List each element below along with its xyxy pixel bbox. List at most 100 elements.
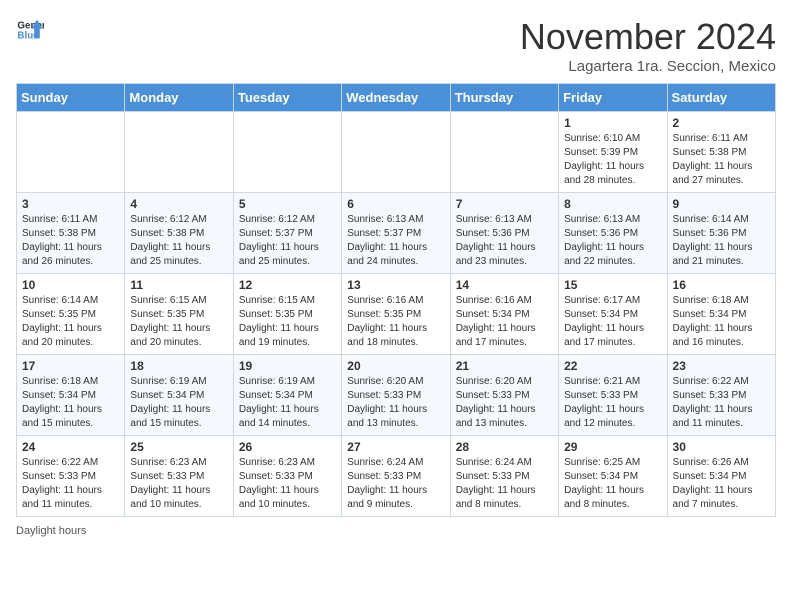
calendar-cell: 24 Sunrise: 6:22 AM Sunset: 5:33 PM Dayli…: [17, 436, 125, 517]
day-number: 19: [239, 359, 336, 373]
day-number: 29: [564, 440, 661, 454]
day-number: 16: [673, 278, 770, 292]
day-number: 26: [239, 440, 336, 454]
footer: Daylight hours: [16, 525, 776, 537]
day-info: Sunrise: 6:16 AM Sunset: 5:34 PM Dayligh…: [456, 294, 553, 350]
title-area: November 2024 Lagartera 1ra. Seccion, Me…: [520, 16, 776, 75]
calendar-cell: 28Sunrise: 6:24 AM Sunset: 5:33 PM Dayli…: [450, 436, 558, 517]
day-info: Sunrise: 6:18 AM Sunset: 5:34 PM Dayligh…: [673, 294, 770, 350]
day-number: 14: [456, 278, 553, 292]
day-info: Sunrise: 6:10 AM Sunset: 5:39 PM Dayligh…: [564, 132, 661, 188]
day-info: Sunrise: 6:13 AM Sunset: 5:37 PM Dayligh…: [347, 213, 444, 269]
day-info: Sunrise: 6:23 AM Sunset: 5:33 PM Dayligh…: [130, 456, 227, 512]
day-number: 10: [22, 278, 119, 292]
day-number: 6: [347, 197, 444, 211]
calendar-cell: 16 Sunrise: 6:18 AM Sunset: 5:34 PM Dayli…: [667, 274, 775, 355]
day-info: Sunrise: 6:12 AM Sunset: 5:37 PM Dayligh…: [239, 213, 336, 269]
calendar-week-5: 24 Sunrise: 6:22 AM Sunset: 5:33 PM Dayli…: [17, 436, 776, 517]
day-info: Sunrise: 6:12 AM Sunset: 5:38 PM Dayligh…: [130, 213, 227, 269]
day-number: 9: [673, 197, 770, 211]
month-title: November 2024: [520, 16, 776, 58]
calendar-cell: 9 Sunrise: 6:14 AM Sunset: 5:36 PM Daylig…: [667, 193, 775, 274]
day-info: Sunrise: 6:13 AM Sunset: 5:36 PM Dayligh…: [564, 213, 661, 269]
day-header-monday: Monday: [125, 84, 233, 112]
calendar-cell: 8 Sunrise: 6:13 AM Sunset: 5:36 PM Daylig…: [559, 193, 667, 274]
calendar-week-4: 17 Sunrise: 6:18 AM Sunset: 5:34 PM Dayli…: [17, 355, 776, 436]
calendar-cell: 18 Sunrise: 6:19 AM Sunset: 5:34 PM Dayli…: [125, 355, 233, 436]
day-number: 18: [130, 359, 227, 373]
day-info: Sunrise: 6:13 AM Sunset: 5:36 PM Dayligh…: [456, 213, 553, 269]
calendar-cell: 6 Sunrise: 6:13 AM Sunset: 5:37 PM Daylig…: [342, 193, 450, 274]
day-info: Sunrise: 6:16 AM Sunset: 5:35 PM Dayligh…: [347, 294, 444, 350]
day-number: 15: [564, 278, 661, 292]
calendar-cell: [233, 112, 341, 193]
day-info: Sunrise: 6:18 AM Sunset: 5:34 PM Dayligh…: [22, 375, 119, 431]
day-number: 11: [130, 278, 227, 292]
calendar-cell: 7Sunrise: 6:13 AM Sunset: 5:36 PM Daylig…: [450, 193, 558, 274]
day-info: Sunrise: 6:22 AM Sunset: 5:33 PM Dayligh…: [22, 456, 119, 512]
calendar-cell: 19 Sunrise: 6:19 AM Sunset: 5:34 PM Dayli…: [233, 355, 341, 436]
day-header-wednesday: Wednesday: [342, 84, 450, 112]
day-number: 1: [564, 116, 661, 130]
day-info: Sunrise: 6:24 AM Sunset: 5:33 PM Dayligh…: [347, 456, 444, 512]
calendar-cell: 22Sunrise: 6:21 AM Sunset: 5:33 PM Dayli…: [559, 355, 667, 436]
calendar-cell: 12 Sunrise: 6:15 AM Sunset: 5:35 PM Dayli…: [233, 274, 341, 355]
day-info: Sunrise: 6:14 AM Sunset: 5:36 PM Dayligh…: [673, 213, 770, 269]
day-number: 17: [22, 359, 119, 373]
calendar-cell: 2 Sunrise: 6:11 AM Sunset: 5:38 PM Daylig…: [667, 112, 775, 193]
day-number: 25: [130, 440, 227, 454]
day-info: Sunrise: 6:20 AM Sunset: 5:33 PM Dayligh…: [456, 375, 553, 431]
day-info: Sunrise: 6:17 AM Sunset: 5:34 PM Dayligh…: [564, 294, 661, 350]
calendar-cell: 5 Sunrise: 6:12 AM Sunset: 5:37 PM Daylig…: [233, 193, 341, 274]
day-info: Sunrise: 6:22 AM Sunset: 5:33 PM Dayligh…: [673, 375, 770, 431]
day-info: Sunrise: 6:25 AM Sunset: 5:34 PM Dayligh…: [564, 456, 661, 512]
calendar-cell: 26Sunrise: 6:23 AM Sunset: 5:33 PM Dayli…: [233, 436, 341, 517]
calendar-cell: [450, 112, 558, 193]
calendar-cell: 17 Sunrise: 6:18 AM Sunset: 5:34 PM Dayli…: [17, 355, 125, 436]
day-number: 24: [22, 440, 119, 454]
calendar-cell: 30 Sunrise: 6:26 AM Sunset: 5:34 PM Dayli…: [667, 436, 775, 517]
day-number: 3: [22, 197, 119, 211]
day-header-thursday: Thursday: [450, 84, 558, 112]
page-header: General Blue November 2024 Lagartera 1ra…: [16, 16, 776, 75]
calendar-cell: [125, 112, 233, 193]
calendar-cell: 11 Sunrise: 6:15 AM Sunset: 5:35 PM Dayli…: [125, 274, 233, 355]
day-info: Sunrise: 6:19 AM Sunset: 5:34 PM Dayligh…: [130, 375, 227, 431]
day-info: Sunrise: 6:15 AM Sunset: 5:35 PM Dayligh…: [239, 294, 336, 350]
day-number: 20: [347, 359, 444, 373]
calendar-cell: 15 Sunrise: 6:17 AM Sunset: 5:34 PM Dayli…: [559, 274, 667, 355]
calendar-week-3: 10 Sunrise: 6:14 AM Sunset: 5:35 PM Dayli…: [17, 274, 776, 355]
calendar-week-1: 1 Sunrise: 6:10 AM Sunset: 5:39 PM Daylig…: [17, 112, 776, 193]
calendar-cell: 1 Sunrise: 6:10 AM Sunset: 5:39 PM Daylig…: [559, 112, 667, 193]
calendar-cell: 21Sunrise: 6:20 AM Sunset: 5:33 PM Dayli…: [450, 355, 558, 436]
day-info: Sunrise: 6:14 AM Sunset: 5:35 PM Dayligh…: [22, 294, 119, 350]
day-number: 22: [564, 359, 661, 373]
day-number: 5: [239, 197, 336, 211]
calendar-cell: [17, 112, 125, 193]
calendar-table: SundayMondayTuesdayWednesdayThursdayFrid…: [16, 83, 776, 517]
calendar-cell: 23 Sunrise: 6:22 AM Sunset: 5:33 PM Dayli…: [667, 355, 775, 436]
calendar-cell: 20Sunrise: 6:20 AM Sunset: 5:33 PM Dayli…: [342, 355, 450, 436]
day-info: Sunrise: 6:26 AM Sunset: 5:34 PM Dayligh…: [673, 456, 770, 512]
day-info: Sunrise: 6:11 AM Sunset: 5:38 PM Dayligh…: [22, 213, 119, 269]
day-number: 8: [564, 197, 661, 211]
day-number: 30: [673, 440, 770, 454]
day-info: Sunrise: 6:19 AM Sunset: 5:34 PM Dayligh…: [239, 375, 336, 431]
calendar-cell: 4 Sunrise: 6:12 AM Sunset: 5:38 PM Daylig…: [125, 193, 233, 274]
day-number: 2: [673, 116, 770, 130]
calendar-week-2: 3 Sunrise: 6:11 AM Sunset: 5:38 PM Daylig…: [17, 193, 776, 274]
day-header-sunday: Sunday: [17, 84, 125, 112]
calendar-cell: 3 Sunrise: 6:11 AM Sunset: 5:38 PM Daylig…: [17, 193, 125, 274]
logo: General Blue: [16, 16, 44, 44]
day-header-friday: Friday: [559, 84, 667, 112]
day-number: 4: [130, 197, 227, 211]
daylight-hours-label: Daylight hours: [16, 525, 86, 537]
calendar-header-row: SundayMondayTuesdayWednesdayThursdayFrid…: [17, 84, 776, 112]
calendar-cell: 14 Sunrise: 6:16 AM Sunset: 5:34 PM Dayli…: [450, 274, 558, 355]
day-number: 28: [456, 440, 553, 454]
calendar-cell: 27Sunrise: 6:24 AM Sunset: 5:33 PM Dayli…: [342, 436, 450, 517]
day-info: Sunrise: 6:11 AM Sunset: 5:38 PM Dayligh…: [673, 132, 770, 188]
day-info: Sunrise: 6:15 AM Sunset: 5:35 PM Dayligh…: [130, 294, 227, 350]
day-number: 12: [239, 278, 336, 292]
day-number: 23: [673, 359, 770, 373]
